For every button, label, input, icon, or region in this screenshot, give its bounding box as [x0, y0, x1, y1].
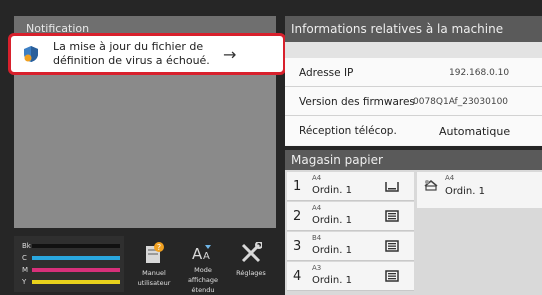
paper-tray-title: Magasin papier	[285, 150, 542, 170]
screen: Notification La mise à jour du fichier d…	[0, 0, 542, 295]
toner-row-y: Y	[22, 276, 120, 288]
machine-info-spacer	[285, 42, 542, 58]
tray-size: A3	[312, 264, 322, 272]
tray-full-icon	[385, 270, 399, 282]
machine-info-panel: Informations relatives à la machine Adre…	[285, 16, 542, 146]
tray-size: A4	[312, 174, 322, 182]
info-row-fax: Réception télécop. Automatique	[285, 116, 542, 145]
toner-label: Bk	[22, 242, 31, 250]
toner-label: C	[22, 254, 27, 262]
notification-message: La mise à jour du fichier de définition …	[53, 40, 210, 67]
tray-number: 2	[293, 209, 302, 224]
shield-warning-icon	[24, 46, 38, 62]
extended-display-button[interactable]: A A Mode affichage étendu	[180, 240, 226, 295]
toner-row-bk: Bk	[22, 240, 120, 252]
bypass-tray-icon	[424, 180, 438, 191]
text-size-icon: A A	[191, 240, 215, 263]
info-row-ip: Adresse IP 192.168.0.10	[285, 58, 542, 87]
toner-bar-bk	[32, 244, 120, 248]
toner-levels: Bk C M Y	[14, 236, 124, 292]
tray-number: 4	[293, 269, 302, 284]
user-manual-label: Manuel utilisateur	[137, 269, 171, 287]
tray-empty-icon	[385, 182, 399, 192]
manual-book-icon: ?	[143, 240, 165, 266]
settings-button[interactable]: Réglages	[230, 240, 272, 295]
toner-label: Y	[22, 278, 27, 286]
tray-type: Ordin. 1	[312, 215, 352, 226]
info-label: Réception télécop.	[299, 125, 397, 137]
info-value: 0078Q1Af_23030100	[413, 97, 509, 107]
info-value: 192.168.0.10	[449, 68, 510, 78]
toner-bar-c	[32, 256, 120, 260]
tray-size: A4	[312, 204, 322, 212]
info-value: Automatique	[439, 125, 511, 138]
tray-4[interactable]: 4 A3 Ordin. 1	[287, 262, 414, 291]
bypass-type: Ordin. 1	[445, 186, 485, 197]
tray-type: Ordin. 1	[312, 185, 352, 196]
toner-row-c: C	[22, 252, 120, 264]
toner-bar-y	[32, 280, 120, 284]
toner-label: M	[22, 266, 29, 274]
info-row-firmware: Version des firmwares 0078Q1Af_23030100	[285, 87, 542, 116]
toner-row-m: M	[22, 264, 120, 276]
toner-bar-m	[32, 268, 120, 272]
notification-item[interactable]: La mise à jour du fichier de définition …	[8, 33, 286, 75]
user-manual-button[interactable]: ? Manuel utilisateur	[134, 240, 174, 295]
info-label: Version des firmwares	[299, 96, 415, 108]
tray-2[interactable]: 2 A4 Ordin. 1	[287, 202, 414, 231]
tray-type: Ordin. 1	[312, 275, 352, 286]
bypass-size: A4	[445, 174, 455, 182]
extended-display-label: Mode affichage étendu	[187, 266, 219, 294]
svg-text:?: ?	[157, 243, 161, 252]
svg-text:A: A	[192, 245, 203, 262]
tray-type: Ordin. 1	[312, 245, 352, 256]
tray-3[interactable]: 3 B4 Ordin. 1	[287, 232, 414, 261]
bypass-tray[interactable]: A4 Ordin. 1	[417, 172, 542, 208]
tray-full-icon	[385, 210, 399, 222]
tray-size: B4	[312, 234, 322, 242]
settings-label: Réglages	[236, 269, 266, 277]
tray-number: 1	[293, 179, 302, 194]
paper-tray-panel: Magasin papier 1 A4 Ordin. 1 2 A4 Ordin.…	[285, 150, 542, 295]
arrow-right-icon: →	[223, 44, 237, 64]
machine-info-title: Informations relatives à la machine	[285, 16, 542, 42]
svg-text:A: A	[203, 251, 210, 262]
wrench-screwdriver-icon	[240, 240, 262, 266]
info-label: Adresse IP	[299, 67, 354, 79]
tray-number: 3	[293, 239, 302, 254]
tray-full-icon	[385, 240, 399, 252]
tray-1[interactable]: 1 A4 Ordin. 1	[287, 172, 414, 201]
